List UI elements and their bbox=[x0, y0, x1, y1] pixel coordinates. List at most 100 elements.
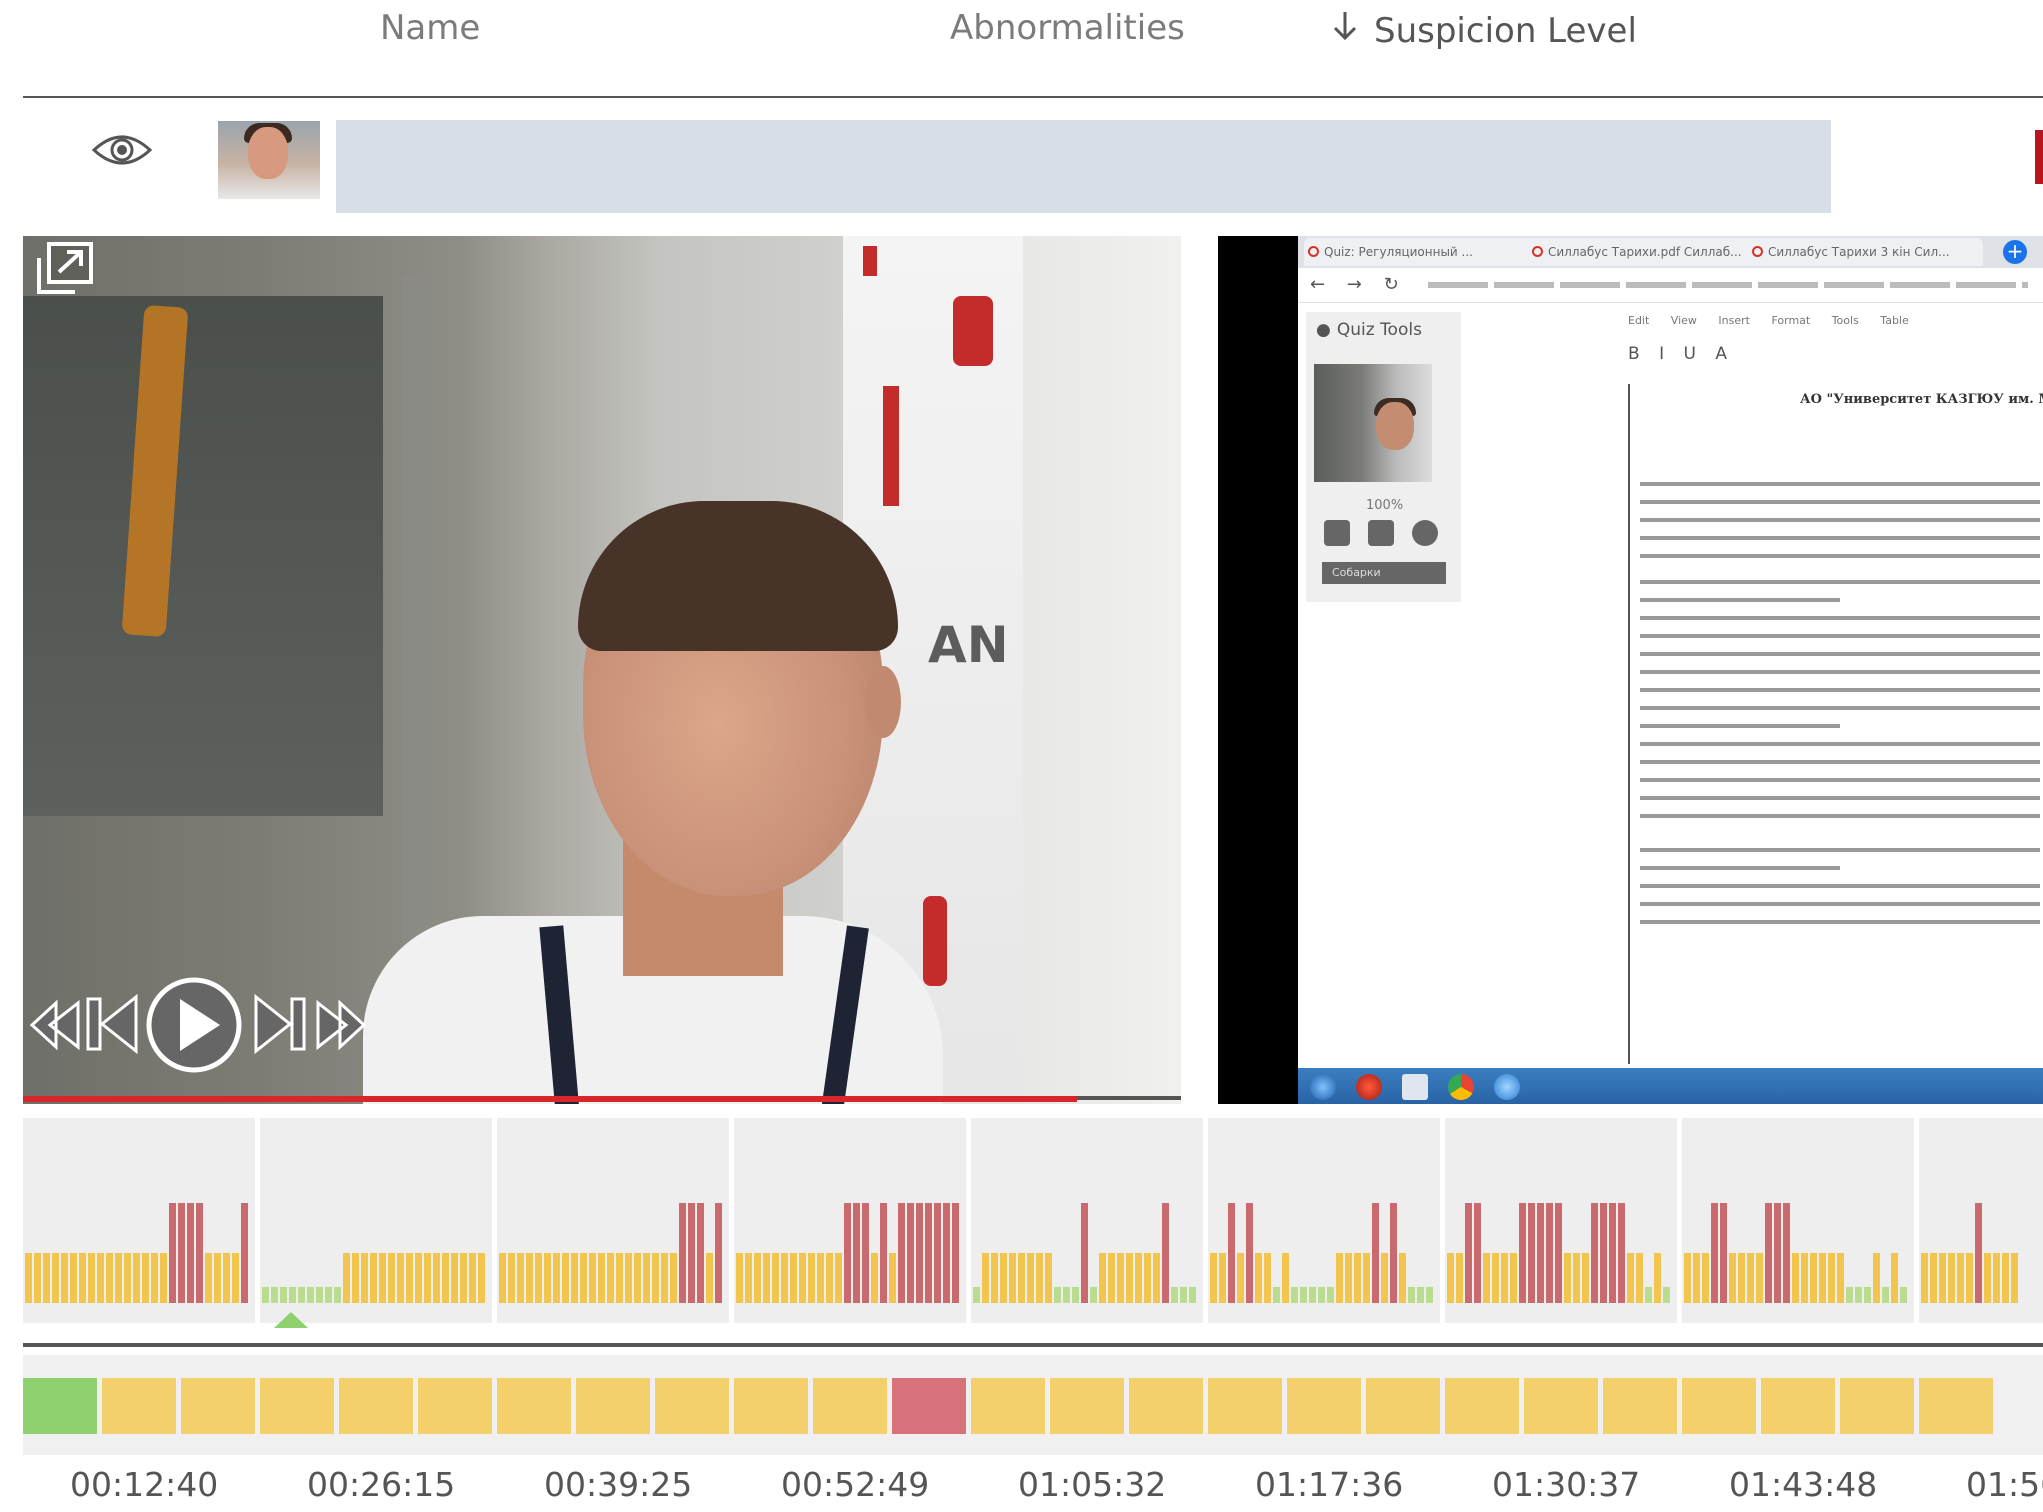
abnormality-bar bbox=[1273, 1287, 1280, 1303]
suspicion-cell-medium[interactable] bbox=[734, 1378, 808, 1434]
suspicion-cell-medium[interactable] bbox=[181, 1378, 255, 1434]
suspicion-cell-medium[interactable] bbox=[1682, 1378, 1756, 1434]
suspicion-cell-medium[interactable] bbox=[655, 1378, 729, 1434]
suspicion-cell-medium[interactable] bbox=[260, 1378, 334, 1434]
abnormality-bar bbox=[562, 1253, 569, 1303]
abnormality-bar bbox=[379, 1253, 386, 1303]
suspicion-cell-medium[interactable] bbox=[339, 1378, 413, 1434]
abnormality-bar bbox=[1336, 1253, 1343, 1303]
abnormality-bar bbox=[262, 1287, 269, 1303]
column-header-label: Suspicion Level bbox=[1374, 11, 1637, 51]
suspicion-cell-medium[interactable] bbox=[1287, 1378, 1361, 1434]
document-text-line bbox=[1640, 920, 2040, 924]
timeline-segment[interactable] bbox=[971, 1118, 1203, 1323]
abnormality-bar bbox=[790, 1253, 797, 1303]
abnormality-bar bbox=[598, 1253, 605, 1303]
time-label: 01:30:37 bbox=[1492, 1465, 1641, 1504]
suspicion-cell-medium[interactable] bbox=[1761, 1378, 1835, 1434]
suspicion-cell-medium[interactable] bbox=[1919, 1378, 1993, 1434]
abnormality-bar bbox=[898, 1203, 905, 1303]
timeline-segment[interactable] bbox=[260, 1118, 492, 1323]
suspicion-cell-medium[interactable] bbox=[1840, 1378, 1914, 1434]
eye-icon[interactable] bbox=[90, 130, 154, 170]
suspicion-cell-medium[interactable] bbox=[418, 1378, 492, 1434]
timeline-segment[interactable] bbox=[1445, 1118, 1677, 1323]
suspicion-cell-medium[interactable] bbox=[1208, 1378, 1282, 1434]
suspicion-cell-medium[interactable] bbox=[971, 1378, 1045, 1434]
abnormality-bar bbox=[124, 1253, 131, 1303]
position-marker-icon[interactable] bbox=[274, 1312, 308, 1328]
timeline-segment[interactable] bbox=[734, 1118, 966, 1323]
timeline-segment[interactable] bbox=[497, 1118, 729, 1323]
suspicion-cell-medium[interactable] bbox=[1050, 1378, 1124, 1434]
abnormality-bar bbox=[1246, 1203, 1253, 1303]
timeline-segment[interactable] bbox=[1208, 1118, 1440, 1323]
abnormality-bar bbox=[880, 1203, 887, 1303]
abnormality-bar bbox=[160, 1253, 167, 1303]
suspicion-cell-medium[interactable] bbox=[497, 1378, 571, 1434]
suspicion-cell-medium[interactable] bbox=[576, 1378, 650, 1434]
abnormality-bar bbox=[1921, 1253, 1928, 1303]
abnormality-bar bbox=[808, 1253, 815, 1303]
skip-back-icon[interactable] bbox=[82, 991, 140, 1057]
abnormality-bar bbox=[1228, 1203, 1235, 1303]
abnormality-bar bbox=[499, 1253, 506, 1303]
abnormality-bar bbox=[1765, 1203, 1772, 1303]
suspicion-cell-medium[interactable] bbox=[1524, 1378, 1598, 1434]
document-text-line bbox=[1640, 688, 2040, 692]
abnormality-bar bbox=[361, 1253, 368, 1303]
avatar[interactable] bbox=[218, 121, 320, 199]
screen-capture[interactable]: Quiz: Регуляционный ... Силлабус Тарихи.… bbox=[1218, 236, 2043, 1104]
abnormality-bar bbox=[1882, 1287, 1889, 1303]
fast-forward-icon[interactable] bbox=[314, 995, 368, 1055]
suspicion-cell-low[interactable] bbox=[23, 1378, 97, 1434]
abnormality-bar bbox=[1609, 1203, 1616, 1303]
abnormality-bar bbox=[1582, 1253, 1589, 1303]
zoom-in-icon bbox=[1324, 520, 1350, 546]
abnormality-bar bbox=[1993, 1253, 2000, 1303]
document-text-line bbox=[1640, 652, 2040, 656]
skip-forward-icon[interactable] bbox=[252, 991, 310, 1057]
suspicion-cell-medium[interactable] bbox=[102, 1378, 176, 1434]
suspicion-cell-medium[interactable] bbox=[1366, 1378, 1440, 1434]
abnormality-bar bbox=[973, 1287, 980, 1303]
abnormality-bar bbox=[1027, 1253, 1034, 1303]
suspicion-cell-medium[interactable] bbox=[1445, 1378, 1519, 1434]
play-icon[interactable] bbox=[144, 975, 244, 1075]
suspicion-cell-medium[interactable] bbox=[1129, 1378, 1203, 1434]
abnormality-bar bbox=[1900, 1287, 1907, 1303]
suspicion-cell-medium[interactable] bbox=[1603, 1378, 1677, 1434]
media-icon bbox=[1494, 1074, 1520, 1100]
abnormality-bar bbox=[589, 1253, 596, 1303]
progress-bar[interactable] bbox=[23, 1096, 1077, 1102]
timeline-segment[interactable] bbox=[23, 1118, 255, 1323]
abnormality-bar bbox=[853, 1203, 860, 1303]
abnormality-bar bbox=[1081, 1203, 1088, 1303]
url-text bbox=[1428, 282, 2028, 288]
webcam-video[interactable]: AN bbox=[23, 236, 1181, 1104]
expand-icon[interactable] bbox=[35, 240, 95, 296]
abnormality-bar bbox=[115, 1253, 122, 1303]
abnormality-bar bbox=[670, 1253, 677, 1303]
abnormality-bar bbox=[1210, 1253, 1217, 1303]
timeline-segment[interactable] bbox=[1919, 1118, 2043, 1323]
abnormality-bar bbox=[61, 1253, 68, 1303]
abnormality-bar bbox=[889, 1253, 896, 1303]
abnormality-bar bbox=[424, 1253, 431, 1303]
abnormality-bar bbox=[451, 1253, 458, 1303]
abnormality-bar bbox=[1036, 1253, 1043, 1303]
abnormality-bar bbox=[952, 1203, 959, 1303]
abnormality-bar bbox=[1939, 1253, 1946, 1303]
column-header-name[interactable]: Name bbox=[380, 8, 480, 48]
abnormality-bar bbox=[1363, 1253, 1370, 1303]
abnormality-bar bbox=[1984, 1253, 1991, 1303]
abnormality-bar bbox=[133, 1253, 140, 1303]
timeline-segment[interactable] bbox=[1682, 1118, 1914, 1323]
suspicion-cell-high[interactable] bbox=[892, 1378, 966, 1434]
column-header-suspicion-level[interactable]: Suspicion Level bbox=[1330, 8, 1637, 51]
suspicion-cell-medium[interactable] bbox=[813, 1378, 887, 1434]
rewind-icon[interactable] bbox=[28, 995, 82, 1055]
abnormality-bar bbox=[1528, 1203, 1535, 1303]
document-text-line bbox=[1640, 760, 2040, 764]
column-header-abnormalities[interactable]: Abnormalities bbox=[950, 8, 1185, 48]
